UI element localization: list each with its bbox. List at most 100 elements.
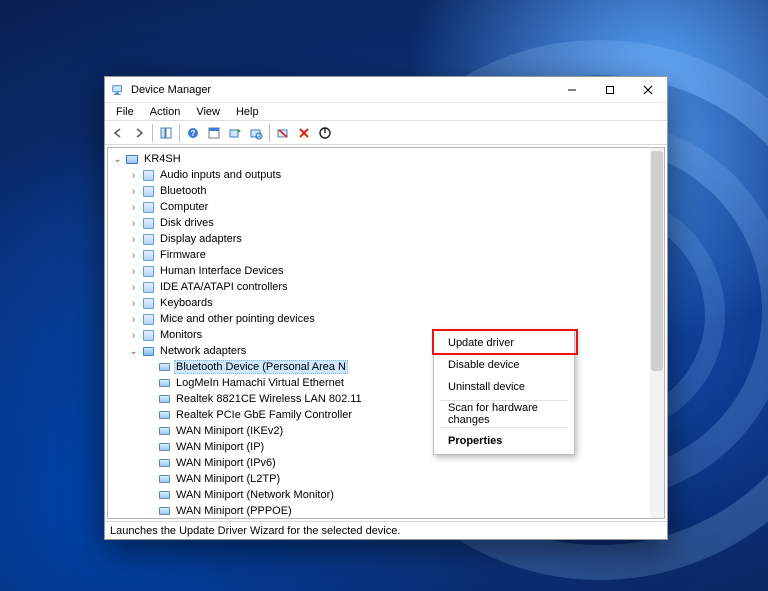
ic-adapter-icon xyxy=(157,408,171,422)
tree-label: Mice and other pointing devices xyxy=(158,313,317,325)
expand-toggle[interactable]: › xyxy=(128,170,139,181)
tree-category[interactable]: › Audio inputs and outputs xyxy=(112,167,650,183)
tree-view[interactable]: ⌄KR4SH›Audio inputs and outputs›Bluetoot… xyxy=(107,147,665,519)
expand-toggle[interactable]: › xyxy=(128,202,139,213)
uninstall-button[interactable] xyxy=(273,123,293,143)
ic-generic-icon xyxy=(141,232,155,246)
toolbar-separator xyxy=(152,124,153,142)
tree-category[interactable]: › IDE ATA/ATAPI controllers xyxy=(112,279,650,295)
tree-label: Display adapters xyxy=(158,233,244,245)
tree-category[interactable]: › Mice and other pointing devices xyxy=(112,311,650,327)
tree-label: Network adapters xyxy=(158,345,248,357)
expand-toggle[interactable]: › xyxy=(128,330,139,341)
expand-toggle[interactable]: › xyxy=(128,266,139,277)
tree-category[interactable]: › Human Interface Devices xyxy=(112,263,650,279)
tree-label: WAN Miniport (IP) xyxy=(174,441,266,453)
tree-category[interactable]: ›Computer xyxy=(112,199,650,215)
back-button[interactable] xyxy=(108,123,128,143)
ctx-disable-device[interactable]: Disable device xyxy=(436,354,572,376)
expand-toggle[interactable]: › xyxy=(128,282,139,293)
status-text: Launches the Update Driver Wizard for th… xyxy=(110,525,400,537)
ic-adapter-icon xyxy=(157,488,171,502)
ic-generic-icon xyxy=(141,200,155,214)
ctx-scan-hardware[interactable]: Scan for hardware changes xyxy=(436,403,572,425)
tree-label: LogMeIn Hamachi Virtual Ethernet xyxy=(174,377,346,389)
menu-view[interactable]: View xyxy=(189,105,227,119)
ctx-update-driver[interactable]: Update driver xyxy=(436,332,572,354)
window-title: Device Manager xyxy=(131,84,553,96)
svg-text:?: ? xyxy=(191,129,196,138)
menu-help[interactable]: Help xyxy=(229,105,266,119)
tree-device[interactable]: WAN Miniport (PPPOE) xyxy=(112,503,650,518)
tree-label: Realtek PCIe GbE Family Controller xyxy=(174,409,354,421)
tree-label: Human Interface Devices xyxy=(158,265,286,277)
expand-toggle[interactable]: › xyxy=(128,218,139,229)
ic-generic-icon xyxy=(141,312,155,326)
power-icon-button[interactable] xyxy=(315,123,335,143)
menu-action[interactable]: Action xyxy=(143,105,188,119)
ic-generic-icon xyxy=(141,216,155,230)
tree-category[interactable]: › Firmware xyxy=(112,247,650,263)
expand-toggle[interactable]: › xyxy=(128,314,139,325)
ic-generic-icon xyxy=(141,280,155,294)
device-manager-window: Device Manager File Action View Help ? ⌄… xyxy=(104,76,668,540)
tree-label: WAN Miniport (Network Monitor) xyxy=(174,489,336,501)
tree-device[interactable]: WAN Miniport (Network Monitor) xyxy=(112,487,650,503)
update-driver-button[interactable] xyxy=(225,123,245,143)
expand-toggle[interactable]: › xyxy=(128,186,139,197)
properties-button[interactable] xyxy=(204,123,224,143)
menubar: File Action View Help xyxy=(105,103,667,121)
tree-label: Audio inputs and outputs xyxy=(158,169,283,181)
expand-toggle[interactable]: › xyxy=(128,298,139,309)
help-button[interactable]: ? xyxy=(183,123,203,143)
tree-label: WAN Miniport (PPPOE) xyxy=(174,505,294,517)
titlebar[interactable]: Device Manager xyxy=(105,77,667,103)
tree-label: WAN Miniport (IKEv2) xyxy=(174,425,285,437)
minimize-button[interactable] xyxy=(553,77,591,103)
ic-net-icon xyxy=(141,344,155,358)
scrollbar-thumb[interactable] xyxy=(651,151,663,371)
expand-toggle[interactable]: › xyxy=(128,234,139,245)
ic-adapter-icon xyxy=(157,424,171,438)
maximize-button[interactable] xyxy=(591,77,629,103)
ctx-separator xyxy=(440,400,568,401)
show-hide-tree-button[interactable] xyxy=(156,123,176,143)
tree-label: Bluetooth Device (Personal Area N xyxy=(174,360,348,374)
ic-generic-icon xyxy=(141,296,155,310)
vertical-scrollbar[interactable] xyxy=(650,148,664,518)
tree-label: IDE ATA/ATAPI controllers xyxy=(158,281,290,293)
ic-generic-icon xyxy=(141,248,155,262)
ic-adapter-icon xyxy=(157,440,171,454)
tree-device[interactable]: WAN Miniport (IPv6) xyxy=(112,455,650,471)
tree-category[interactable]: ›Bluetooth xyxy=(112,183,650,199)
ic-adapter-icon xyxy=(157,456,171,470)
ic-adapter-icon xyxy=(157,472,171,486)
toolbar-separator xyxy=(269,124,270,142)
disable-button[interactable] xyxy=(294,123,314,143)
menu-file[interactable]: File xyxy=(109,105,141,119)
tree-label: Keyboards xyxy=(158,297,215,309)
scan-hardware-button[interactable] xyxy=(246,123,266,143)
tree-root[interactable]: ⌄ KR4SH xyxy=(112,151,650,167)
tree-label: WAN Miniport (IPv6) xyxy=(174,457,278,469)
status-bar: Launches the Update Driver Wizard for th… xyxy=(105,521,667,539)
close-button[interactable] xyxy=(629,77,667,103)
ic-adapter-icon xyxy=(157,392,171,406)
tree-category[interactable]: › Keyboards xyxy=(112,295,650,311)
app-icon xyxy=(111,83,125,97)
forward-button[interactable] xyxy=(129,123,149,143)
tree-label: Realtek 8821CE Wireless LAN 802.11 xyxy=(174,393,364,405)
ctx-properties[interactable]: Properties xyxy=(436,430,572,452)
tree-category[interactable]: › Display adapters xyxy=(112,231,650,247)
ic-adapter-icon xyxy=(157,504,171,518)
tree-label: Firmware xyxy=(158,249,208,261)
tree-category[interactable]: ›Disk drives xyxy=(112,215,650,231)
tree-label: Monitors xyxy=(158,329,204,341)
expand-toggle[interactable]: ⌄ xyxy=(128,346,139,357)
tree-device[interactable]: WAN Miniport (L2TP) xyxy=(112,471,650,487)
expand-toggle[interactable]: › xyxy=(128,250,139,261)
expand-toggle[interactable]: ⌄ xyxy=(112,154,123,165)
ic-adapter-icon xyxy=(157,360,171,374)
tree-label: KR4SH xyxy=(142,153,183,165)
ctx-uninstall-device[interactable]: Uninstall device xyxy=(436,376,572,398)
